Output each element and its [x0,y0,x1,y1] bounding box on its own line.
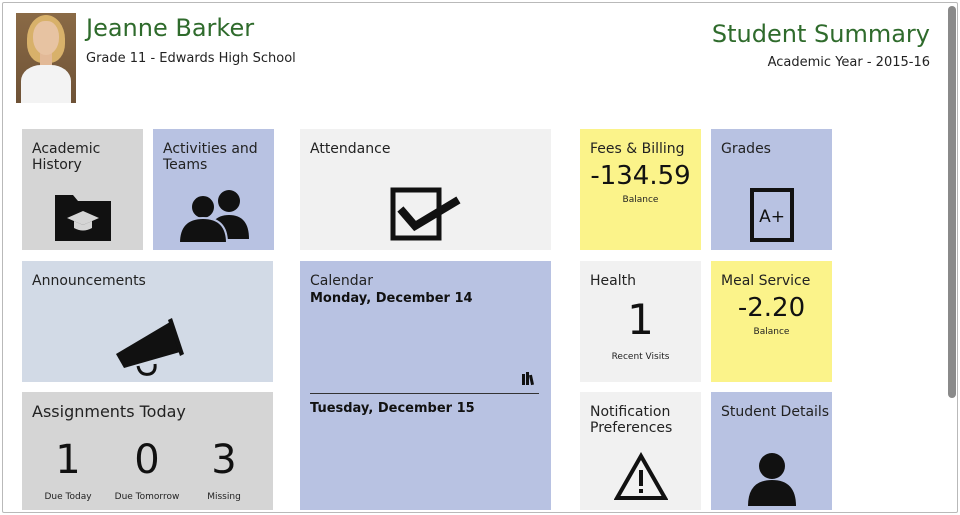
tile-label: Student Details [721,404,830,420]
tile-meal-service[interactable]: Meal Service -2.20 Balance [711,261,832,382]
fees-balance-label: Balance [622,195,659,205]
tile-label: Announcements [32,273,146,289]
scrollbar-thumb[interactable] [948,6,956,398]
tile-academic-history[interactable]: Academic History [22,129,143,250]
academic-year: Academic Year - 2015-16 [767,55,930,70]
assignments-due-tomorrow: 0 Due Tomorrow [114,437,180,502]
checkbox-icon [390,187,461,241]
student-photo [16,13,76,103]
tile-grades[interactable]: Grades A+ [711,129,832,250]
calendar-day-2: Tuesday, December 15 [310,401,475,416]
tile-student-details[interactable]: Student Details [711,392,832,510]
assignments-missing: 3 Missing [207,437,241,502]
calendar-day-1: Monday, December 14 [310,291,473,306]
meal-balance-value: -2.20 [737,293,806,323]
grade-icon-text: A+ [759,207,785,227]
tile-label: Attendance [310,141,391,157]
tile-notification-preferences[interactable]: Notification Preferences [580,392,701,510]
scrollbar[interactable] [946,4,958,512]
tile-calendar[interactable]: Calendar Monday, December 14 Tuesday, De… [300,261,551,510]
tile-assignments-today[interactable]: Assignments Today 1 Due Today 0 Due Tomo… [22,392,273,510]
tile-label: Calendar [310,273,373,289]
megaphone-icon [116,318,184,376]
tile-label: Fees & Billing [590,141,685,157]
page-title: Student Summary [711,20,930,48]
books-icon [522,372,534,386]
health-visits-value: 1 [627,295,654,344]
people-icon [177,190,249,243]
tile-label: Academic History [32,141,101,173]
student-name: Jeanne Barker [86,14,255,42]
tile-label: Notification Preferences [590,404,673,436]
tile-activities-teams[interactable]: Activities and Teams [153,129,274,250]
assignments-due-today: 1 Due Today [44,437,92,502]
meal-balance-label: Balance [753,327,790,337]
tile-health[interactable]: Health 1 Recent Visits [580,261,701,382]
student-grade-school: Grade 11 - Edwards High School [86,51,296,66]
tile-announcements[interactable]: Announcements [22,261,273,382]
health-visits-label: Recent Visits [611,352,670,362]
person-icon [748,453,796,506]
tile-label: Health [590,273,636,289]
tile-label: Meal Service [721,273,811,289]
tile-fees-billing[interactable]: Fees & Billing -134.59 Balance [580,129,701,250]
fees-balance-value: -134.59 [590,161,691,191]
warning-icon [614,452,668,500]
calendar-divider [310,393,539,394]
tile-label: Assignments Today [32,402,186,421]
tile-attendance[interactable]: Attendance [300,129,551,250]
folder-graduation-cap-icon [55,195,111,241]
tile-label: Activities and Teams [163,141,258,173]
tile-label: Grades [721,141,771,157]
